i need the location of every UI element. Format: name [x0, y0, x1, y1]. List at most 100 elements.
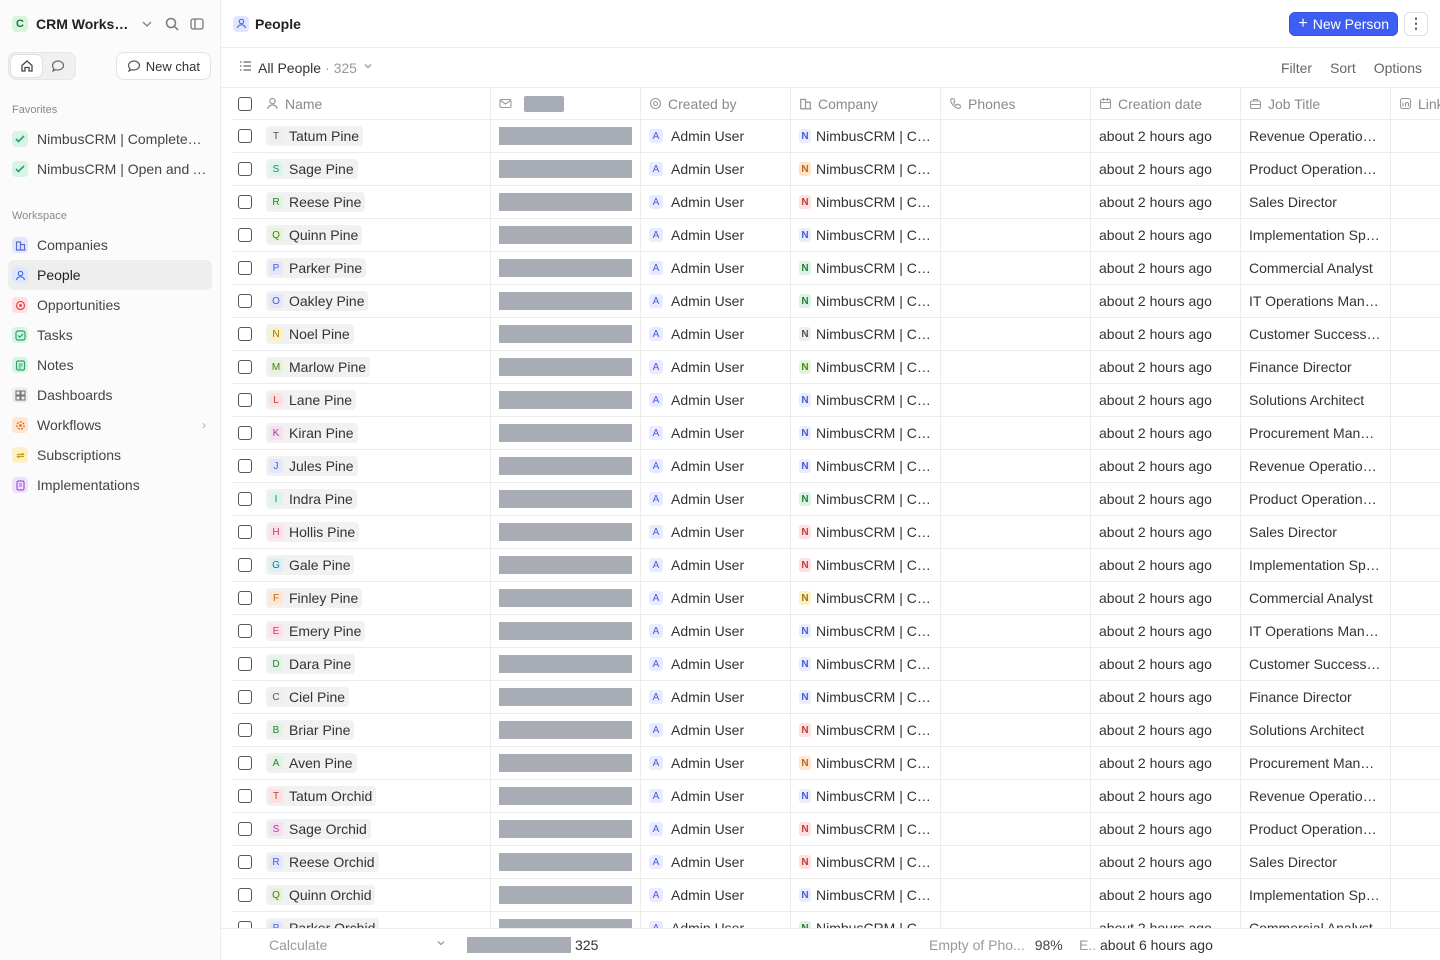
- cell-name[interactable]: I Indra Pine: [258, 483, 491, 515]
- cell-company[interactable]: N NimbusCRM | Completed Implementations: [791, 483, 941, 515]
- cell-job-title[interactable]: Implementation Specialist: [1241, 879, 1391, 911]
- cell-job-title[interactable]: Sales Director: [1241, 186, 1391, 218]
- cell-email[interactable]: [491, 615, 641, 647]
- cell-name[interactable]: P Parker Orchid: [258, 912, 491, 928]
- cell-creation-date[interactable]: about 2 hours ago: [1091, 912, 1241, 928]
- cell-creation-date[interactable]: about 2 hours ago: [1091, 714, 1241, 746]
- cell-created-by[interactable]: A Admin User: [641, 714, 791, 746]
- cell-phones[interactable]: [941, 879, 1091, 911]
- cell-phones[interactable]: [941, 516, 1091, 548]
- cell-name[interactable]: R Reese Pine: [258, 186, 491, 218]
- cell-company[interactable]: N NimbusCRM | Completed Implementations: [791, 285, 941, 317]
- cell-job-title[interactable]: Solutions Architect: [1241, 384, 1391, 416]
- cell-phones[interactable]: [941, 219, 1091, 251]
- row-checkbox[interactable]: [233, 912, 258, 928]
- cell-creation-date[interactable]: about 2 hours ago: [1091, 417, 1241, 449]
- cell-created-by[interactable]: A Admin User: [641, 252, 791, 284]
- cell-phones[interactable]: [941, 582, 1091, 614]
- person-chip[interactable]: O Oakley Pine: [266, 291, 369, 311]
- cell-phones[interactable]: [941, 549, 1091, 581]
- cell-linked[interactable]: [1391, 186, 1440, 218]
- cell-created-by[interactable]: A Admin User: [641, 384, 791, 416]
- person-chip[interactable]: S Sage Orchid: [266, 819, 371, 839]
- cell-created-by[interactable]: A Admin User: [641, 351, 791, 383]
- cell-linked[interactable]: [1391, 780, 1440, 812]
- cell-linked[interactable]: [1391, 681, 1440, 713]
- row-checkbox[interactable]: [233, 846, 258, 878]
- table-row[interactable]: H Hollis Pine A Admin User N NimbusCRM |…: [233, 516, 1440, 549]
- cell-email[interactable]: [491, 120, 641, 152]
- cell-company[interactable]: N NimbusCRM | Completed Implementations: [791, 318, 941, 350]
- cell-phones[interactable]: [941, 747, 1091, 779]
- cell-company[interactable]: N NimbusCRM | Completed Implementations: [791, 582, 941, 614]
- cell-name[interactable]: T Tatum Pine: [258, 120, 491, 152]
- table-row[interactable]: T Tatum Orchid A Admin User N NimbusCRM …: [233, 780, 1440, 813]
- favorite-item-completed[interactable]: NimbusCRM | Completed Implementations: [8, 124, 212, 154]
- table-row[interactable]: Q Quinn Orchid A Admin User N NimbusCRM …: [233, 879, 1440, 912]
- cell-phones[interactable]: [941, 648, 1091, 680]
- cell-phones[interactable]: [941, 186, 1091, 218]
- workspace-switcher[interactable]: C CRM Workspace: [8, 10, 212, 38]
- table-row[interactable]: A Aven Pine A Admin User N NimbusCRM | C…: [233, 747, 1440, 780]
- person-chip[interactable]: D Dara Pine: [266, 654, 356, 674]
- sidebar-toggle-icon[interactable]: [189, 16, 205, 32]
- cell-company[interactable]: N NimbusCRM | Completed Implementations: [791, 813, 941, 845]
- cell-job-title[interactable]: IT Operations Manager: [1241, 615, 1391, 647]
- cell-company[interactable]: N NimbusCRM | Completed Implementations: [791, 549, 941, 581]
- person-chip[interactable]: F Finley Pine: [266, 588, 363, 608]
- cell-name[interactable]: N Noel Pine: [258, 318, 491, 350]
- column-header-creation-date[interactable]: Creation date: [1091, 88, 1241, 119]
- new-person-button[interactable]: + New Person: [1289, 11, 1398, 36]
- cell-linked[interactable]: [1391, 516, 1440, 548]
- cell-phones[interactable]: [941, 120, 1091, 152]
- cell-creation-date[interactable]: about 2 hours ago: [1091, 846, 1241, 878]
- column-header-email[interactable]: [491, 88, 641, 119]
- cell-phones[interactable]: [941, 285, 1091, 317]
- chevron-down-icon[interactable]: [139, 16, 155, 32]
- cell-job-title[interactable]: Procurement Manager: [1241, 747, 1391, 779]
- cell-creation-date[interactable]: about 2 hours ago: [1091, 879, 1241, 911]
- cell-creation-date[interactable]: about 2 hours ago: [1091, 384, 1241, 416]
- cell-linked[interactable]: [1391, 846, 1440, 878]
- sidebar-item-tasks[interactable]: Tasks: [8, 320, 212, 350]
- cell-job-title[interactable]: Customer Success Manager: [1241, 318, 1391, 350]
- cell-company[interactable]: N NimbusCRM | Completed Implementations: [791, 351, 941, 383]
- cell-email[interactable]: [491, 153, 641, 185]
- cell-email[interactable]: [491, 582, 641, 614]
- person-chip[interactable]: T Tatum Orchid: [266, 786, 377, 806]
- person-chip[interactable]: C Ciel Pine: [266, 687, 350, 707]
- sidebar-item-subscriptions[interactable]: Subscriptions: [8, 440, 212, 470]
- cell-name[interactable]: Q Quinn Pine: [258, 219, 491, 251]
- filter-button[interactable]: Filter: [1281, 60, 1312, 76]
- row-checkbox[interactable]: [233, 483, 258, 515]
- cell-created-by[interactable]: A Admin User: [641, 813, 791, 845]
- cell-phones[interactable]: [941, 681, 1091, 713]
- person-chip[interactable]: I Indra Pine: [266, 489, 357, 509]
- cell-company[interactable]: N NimbusCRM | Completed Implementations: [791, 219, 941, 251]
- cell-linked[interactable]: [1391, 384, 1440, 416]
- search-icon[interactable]: [164, 16, 180, 32]
- cell-company[interactable]: N NimbusCRM | Completed Implementations: [791, 747, 941, 779]
- cell-linked[interactable]: [1391, 714, 1440, 746]
- person-chip[interactable]: K Kiran Pine: [266, 423, 358, 443]
- row-checkbox[interactable]: [233, 153, 258, 185]
- person-chip[interactable]: M Marlow Pine: [266, 357, 371, 377]
- cell-linked[interactable]: [1391, 582, 1440, 614]
- phones-aggregate[interactable]: Empty of Pho... 98%: [929, 937, 1063, 953]
- sidebar-item-companies[interactable]: Companies: [8, 230, 212, 260]
- cell-linked[interactable]: [1391, 219, 1440, 251]
- row-checkbox[interactable]: [233, 351, 258, 383]
- cell-created-by[interactable]: A Admin User: [641, 417, 791, 449]
- table-row[interactable]: D Dara Pine A Admin User N NimbusCRM | C…: [233, 648, 1440, 681]
- table-row[interactable]: E Emery Pine A Admin User N NimbusCRM | …: [233, 615, 1440, 648]
- table-row[interactable]: R Reese Pine A Admin User N NimbusCRM | …: [233, 186, 1440, 219]
- cell-created-by[interactable]: A Admin User: [641, 483, 791, 515]
- cell-linked[interactable]: [1391, 318, 1440, 350]
- row-checkbox[interactable]: [233, 450, 258, 482]
- person-chip[interactable]: L Lane Pine: [266, 390, 357, 410]
- cell-email[interactable]: [491, 648, 641, 680]
- cell-linked[interactable]: [1391, 483, 1440, 515]
- email-aggregate[interactable]: 325: [467, 936, 598, 953]
- cell-job-title[interactable]: Product Operations Manager: [1241, 813, 1391, 845]
- cell-created-by[interactable]: A Admin User: [641, 219, 791, 251]
